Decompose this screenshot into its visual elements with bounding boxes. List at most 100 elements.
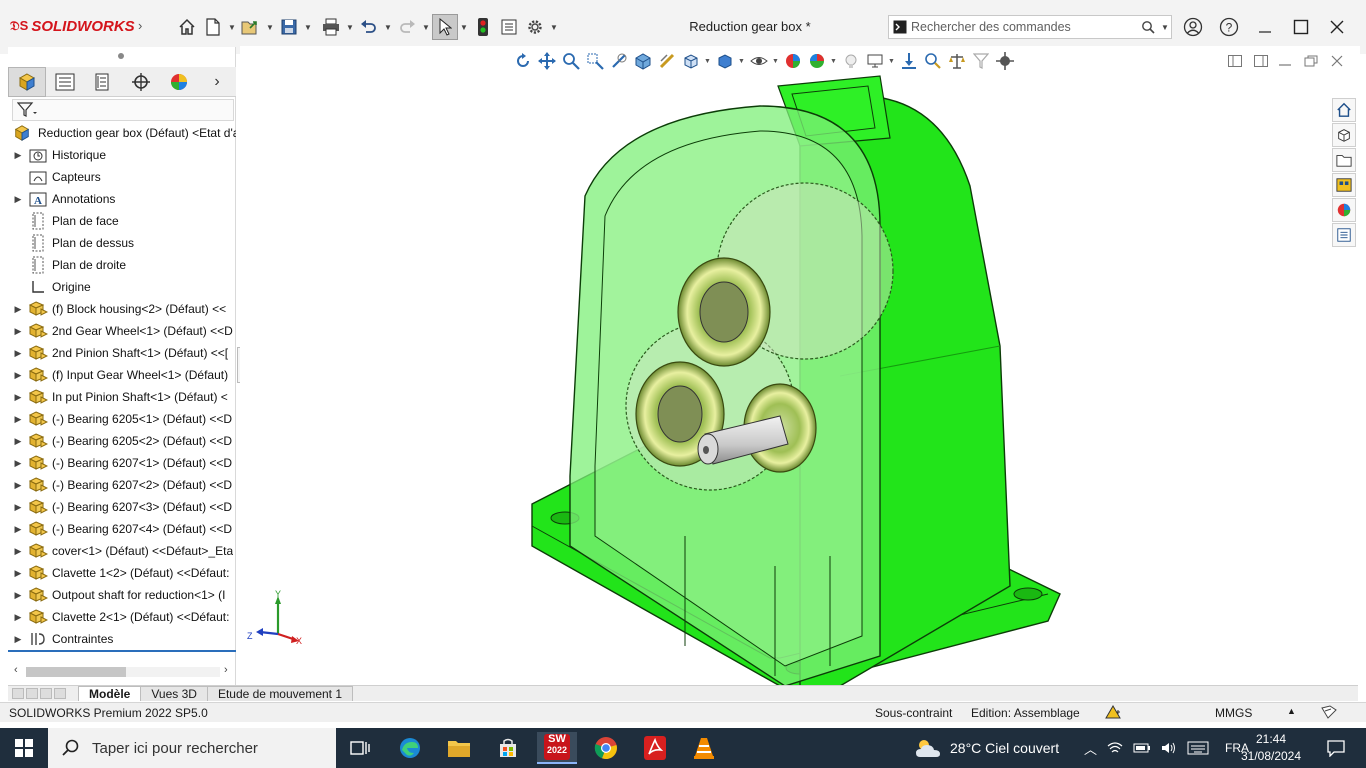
undo-button[interactable] (356, 14, 382, 40)
file-explorer-app[interactable] (439, 732, 479, 764)
display-style-button[interactable] (714, 50, 736, 72)
tree-filter[interactable] (12, 99, 234, 121)
options-dropdown-icon[interactable]: ▼ (548, 23, 560, 32)
viewport-restore-button[interactable] (1302, 53, 1320, 69)
taskbar-clock[interactable]: 21:44 31/08/2024 (1236, 731, 1306, 765)
new-document-button[interactable] (200, 14, 226, 40)
panel-grip-icon[interactable] (118, 53, 124, 59)
new-dropdown-icon[interactable]: ▼ (226, 23, 238, 32)
expand-arrow-icon[interactable]: ▶ (8, 524, 28, 535)
minimize-button[interactable] (1248, 14, 1282, 40)
apply-scene-button[interactable] (806, 50, 828, 72)
hide-show-dropdown-icon[interactable]: ▼ (772, 58, 780, 65)
expand-arrow-icon[interactable]: ▶ (8, 458, 28, 469)
measure-button[interactable] (922, 50, 944, 72)
view-orientation-button[interactable] (680, 50, 702, 72)
solidworks-app[interactable]: SW 2022 (537, 732, 577, 764)
taskbar-search[interactable]: Taper ici pour rechercher (48, 728, 336, 768)
expand-arrow-icon[interactable]: ▶ (8, 546, 28, 557)
scroll-left-icon[interactable]: ‹ (14, 664, 18, 676)
print-dropdown-icon[interactable]: ▼ (344, 23, 356, 32)
tree-item[interactable]: ▶ (f) Block housing<2> (Défaut) << (8, 298, 236, 320)
expand-arrow-icon[interactable]: ▶ (8, 436, 28, 447)
customize-status-icon[interactable] (1320, 704, 1338, 723)
move-to-plane-button[interactable] (898, 50, 920, 72)
tab-configuration-manager[interactable] (84, 67, 122, 97)
expand-arrow-icon[interactable]: ▶ (8, 194, 28, 205)
scroll-right-icon[interactable]: › (224, 664, 228, 676)
scroll-thumb[interactable] (26, 667, 126, 677)
tree-horizontal-scrollbar[interactable]: ‹ › (12, 664, 234, 680)
weather-widget[interactable]: 28°C Ciel couvert (914, 728, 1059, 768)
units-up-chevron-icon[interactable]: ▲ (1287, 706, 1296, 716)
save-button[interactable] (276, 14, 302, 40)
command-search-input[interactable] (911, 20, 1131, 34)
task-pane-appearances[interactable] (1332, 198, 1356, 222)
expand-arrow-icon[interactable]: ▶ (8, 414, 28, 425)
open-dropdown-icon[interactable]: ▼ (264, 23, 276, 32)
keyboard-icon[interactable] (1187, 741, 1209, 755)
close-button[interactable] (1320, 14, 1354, 40)
view-orientation-dropdown-icon[interactable]: ▼ (704, 58, 712, 65)
pan-view-button[interactable] (536, 50, 558, 72)
display-style-dropdown-icon[interactable]: ▼ (738, 58, 746, 65)
tab-display-manager[interactable] (160, 67, 198, 97)
viewport-close-button[interactable] (1328, 53, 1346, 69)
hide-show-button[interactable] (748, 50, 770, 72)
menu-expand-chevron-icon[interactable]: › (138, 18, 142, 33)
battery-icon[interactable] (1133, 742, 1151, 754)
maximize-button[interactable] (1284, 14, 1318, 40)
tree-item[interactable]: ▶ Contraintes (8, 628, 236, 650)
previous-view-button[interactable] (608, 50, 630, 72)
redo-dropdown-icon[interactable]: ▼ (420, 23, 432, 32)
undo-dropdown-icon[interactable]: ▼ (382, 23, 394, 32)
rebuild-button[interactable] (470, 14, 496, 40)
rebuild-status-icon[interactable] (1104, 704, 1122, 723)
tab-3d-views[interactable]: Vues 3D (140, 686, 208, 701)
view-settings-button[interactable] (864, 50, 886, 72)
expand-arrow-icon[interactable]: ▶ (8, 304, 28, 315)
tree-item[interactable]: ▶ (-) Bearing 6207<4> (Défaut) <<D (8, 518, 236, 540)
split-horizontal-button[interactable] (1252, 53, 1270, 69)
lights-button[interactable] (840, 50, 862, 72)
tree-item[interactable]: ▶ (-) Bearing 6205<2> (Défaut) <<D (8, 430, 236, 452)
edge-app[interactable] (390, 732, 430, 764)
network-icon[interactable] (1107, 741, 1123, 755)
tree-item[interactable]: ▶ Outpout shaft for reduction<1> (I (8, 584, 236, 606)
selection-filter-button[interactable] (970, 50, 992, 72)
tree-item[interactable]: Plan de face (8, 210, 236, 232)
options-button[interactable] (522, 14, 548, 40)
expand-arrow-icon[interactable]: ▶ (8, 568, 28, 579)
tree-item[interactable]: ▶ 2nd Gear Wheel<1> (Défaut) <<D (8, 320, 236, 342)
task-pane-design-library[interactable] (1332, 123, 1356, 147)
view-settings-dropdown-icon[interactable]: ▼ (888, 58, 896, 65)
zoom-area-button[interactable] (584, 50, 606, 72)
task-pane-view-palette[interactable] (1332, 173, 1356, 197)
expand-arrow-icon[interactable]: ▶ (8, 502, 28, 513)
tree-item[interactable]: ▶ A Annotations (8, 188, 236, 210)
dynamic-annotation-button[interactable] (656, 50, 678, 72)
chrome-app[interactable] (586, 732, 626, 764)
tree-item[interactable]: ▶ In put Pinion Shaft<1> (Défaut) < (8, 386, 236, 408)
expand-arrow-icon[interactable]: ▶ (8, 590, 28, 601)
expand-arrow-icon[interactable]: ▶ (8, 480, 28, 491)
open-button[interactable] (238, 14, 264, 40)
tree-item[interactable]: Plan de dessus (8, 232, 236, 254)
tree-item[interactable]: ▶ Clavette 2<1> (Défaut) <<Défaut: (8, 606, 236, 628)
expand-arrow-icon[interactable]: ▶ (8, 392, 28, 403)
acrobat-app[interactable] (635, 732, 675, 764)
expand-arrow-icon[interactable]: ▶ (8, 370, 28, 381)
tab-dimxpert-manager[interactable] (122, 67, 160, 97)
tree-item[interactable]: ▶ (-) Bearing 6207<2> (Défaut) <<D (8, 474, 236, 496)
tree-item[interactable]: ▶ (-) Bearing 6207<1> (Défaut) <<D (8, 452, 236, 474)
redo-button[interactable] (394, 14, 420, 40)
tab-feature-tree[interactable] (8, 67, 47, 97)
tree-item[interactable]: ▶ Historique (8, 144, 236, 166)
tree-root[interactable]: Reduction gear box (Défaut) <Etat d'a (8, 122, 236, 144)
select-button[interactable] (432, 14, 458, 40)
edit-appearance-button[interactable] (782, 50, 804, 72)
tree-item[interactable]: ▶ (f) Input Gear Wheel<1> (Défaut) (8, 364, 236, 386)
tab-scroll-arrows[interactable] (8, 686, 78, 701)
tree-item[interactable]: Origine (8, 276, 236, 298)
file-properties-button[interactable] (496, 14, 522, 40)
